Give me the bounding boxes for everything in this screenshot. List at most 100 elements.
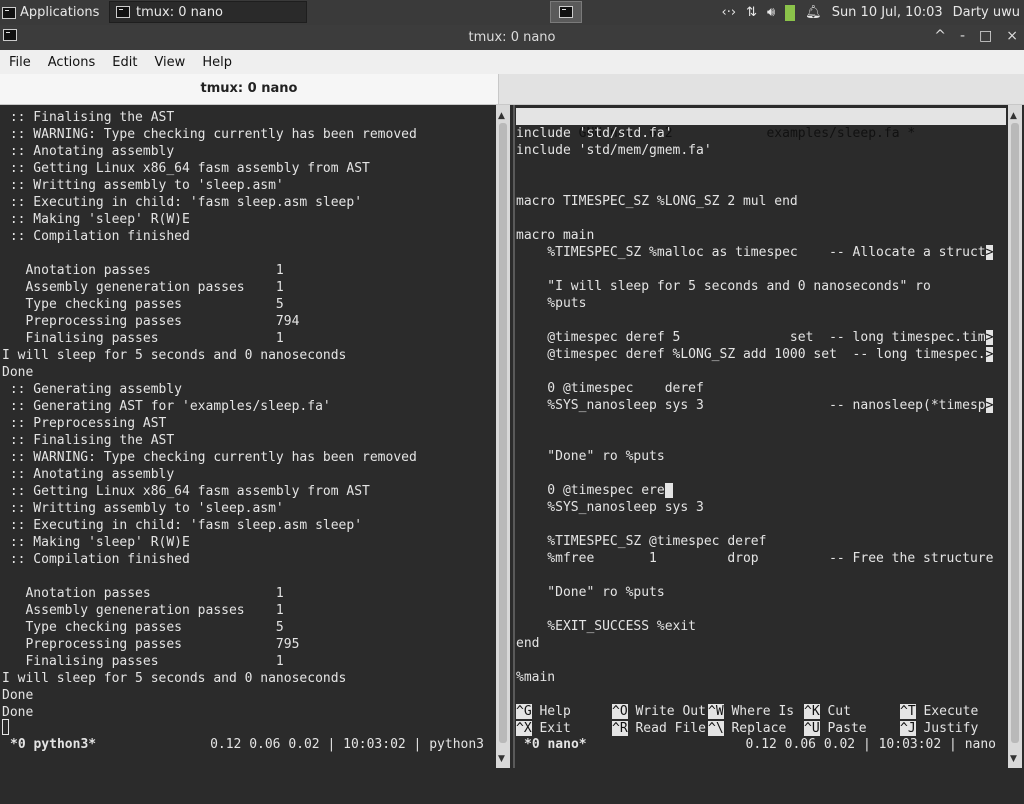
nano-line-text: %puts	[516, 296, 587, 311]
output-line: :: Making 'sleep' R(W)E	[2, 535, 190, 550]
output-line: :: Writting assembly to 'sleep.asm'	[2, 501, 284, 516]
output-line: Anotation passes 1	[2, 263, 284, 278]
nano-shortcut[interactable]: ^W Where Is	[708, 703, 804, 720]
window-titlebar[interactable]: tmux: 0 nano ^ - □ ×	[0, 25, 1024, 50]
nano-line	[516, 567, 1006, 584]
left-pane-output[interactable]: :: Finalising the AST :: WARNING: Type c…	[2, 109, 494, 736]
output-line: Done	[2, 688, 34, 703]
nano-shortcut[interactable]: ^R Read File	[612, 720, 708, 737]
bell-icon[interactable]: 🔔︎	[805, 5, 822, 20]
output-line: :: Making 'sleep' R(W)E	[2, 212, 190, 227]
nano-line: %SYS_nanosleep sys 3	[516, 499, 1006, 516]
shortcut-label: Help	[539, 704, 571, 719]
shortcut-key: ^W	[708, 704, 724, 719]
nano-shortcut[interactable]: ^U Paste	[804, 720, 900, 737]
nano-shortcut[interactable]: ^G Help	[516, 703, 612, 720]
menu-edit[interactable]: Edit	[103, 55, 145, 70]
shortcut-label: Replace	[731, 721, 787, 736]
left-scrollbar[interactable]: ▲ ▼	[496, 105, 510, 768]
nano-shortcut[interactable]: ^X Exit	[516, 720, 612, 737]
minimize-button[interactable]: -	[960, 28, 965, 44]
taskbar-window-button[interactable]: tmux: 0 nano	[109, 1, 307, 23]
output-line: :: Compilation finished	[2, 229, 190, 244]
nano-line: 0 @timespec deref	[516, 380, 1006, 397]
nano-line: include 'std/mem/gmem.fa'	[516, 142, 1006, 159]
nano-line-text: @timespec deref 5 set -- long timespec.t…	[516, 330, 986, 345]
tab-tmux[interactable]: tmux: 0 nano	[0, 74, 499, 104]
nano-line: %SYS_nanosleep sys 3 -- nanosleep(*times…	[516, 397, 1006, 414]
output-line: Done	[2, 705, 34, 720]
shortcut-key: ^X	[516, 721, 532, 736]
shortcut-label: Exit	[539, 721, 571, 736]
nano-buffer[interactable]: include 'std/std.fa' include 'std/mem/gme…	[516, 125, 1006, 686]
nano-shortcut[interactable]: ^J Justify	[900, 720, 996, 737]
output-line: :: Generating assembly	[2, 382, 183, 397]
tmux-window-name: *0 python3*	[10, 737, 97, 752]
nano-line	[516, 261, 1006, 278]
shortcut-label: Read File	[635, 721, 706, 736]
code-icon[interactable]: ‹·›	[722, 5, 737, 20]
shortcut-key: ^T	[900, 704, 916, 719]
workspace-button[interactable]	[550, 1, 582, 23]
scrollbar-thumb[interactable]	[499, 123, 507, 743]
shortcut-key: ^O	[612, 704, 628, 719]
truncation-marker: >	[985, 398, 994, 413]
nano-shortcut-row: ^G Help ^O Write Out ^W Where Is ^K Cut ^T E…	[516, 703, 1006, 720]
nano-line-text: macro TIMESPEC_SZ %LONG_SZ 2 mul end	[516, 194, 798, 209]
battery-icon[interactable]	[785, 4, 796, 21]
output-line: :: WARNING: Type checking currently has …	[2, 127, 417, 142]
user-name[interactable]: Darty uwu	[953, 5, 1020, 20]
nano-editor[interactable]: GNU nano 6.2 examples/sleep.fa * include…	[516, 108, 1006, 758]
right-scrollbar[interactable]: ▲ ▼	[1008, 105, 1022, 768]
scrollbar-thumb[interactable]	[1011, 123, 1019, 743]
scroll-up-icon[interactable]: ▲	[1010, 111, 1017, 121]
output-line: Type checking passes 5	[2, 297, 284, 312]
nano-line: @timespec deref %LONG_SZ add 1000 set --…	[516, 346, 1006, 363]
scroll-down-icon[interactable]: ▼	[498, 754, 505, 764]
pane-divider[interactable]	[513, 105, 515, 768]
clock[interactable]: Sun 10 Jul, 10:03	[832, 5, 943, 20]
network-icon[interactable]: ⇅	[746, 5, 757, 20]
scroll-up-icon[interactable]: ▲	[498, 111, 505, 121]
nano-shortcut[interactable]: ^O Write Out	[612, 703, 708, 720]
nano-line	[516, 516, 1006, 533]
menu-actions[interactable]: Actions	[39, 55, 104, 70]
volume-icon[interactable]: 🔊︎	[767, 5, 775, 20]
output-line: :: Preprocessing AST	[2, 416, 167, 431]
truncation-marker: >	[985, 245, 994, 260]
output-line: :: Generating AST for 'examples/sleep.fa…	[2, 399, 331, 414]
output-line: Finalising passes 1	[2, 654, 284, 669]
output-line: Assembly geneneration passes 1	[2, 603, 284, 618]
nano-line-text: %SYS_nanosleep sys 3	[516, 500, 704, 515]
output-line: Preprocessing passes 795	[2, 637, 300, 652]
output-line: :: Executing in child: 'fasm sleep.asm s…	[2, 195, 363, 210]
output-line: I will sleep for 5 seconds and 0 nanosec…	[2, 348, 347, 363]
nano-line: @timespec deref 5 set -- long timespec.t…	[516, 329, 1006, 346]
nano-line	[516, 431, 1006, 448]
output-line: Anotation passes 1	[2, 586, 284, 601]
close-button[interactable]: ×	[1006, 28, 1018, 44]
applications-icon	[2, 6, 16, 19]
nano-line-text: "Done" ro %puts	[516, 449, 665, 464]
menubar: File Actions Edit View Help	[0, 50, 1024, 74]
scroll-down-icon[interactable]: ▼	[1010, 754, 1017, 764]
shortcut-key: ^K	[804, 704, 820, 719]
nano-line	[516, 210, 1006, 227]
terminal-area[interactable]: :: Finalising the AST :: WARNING: Type c…	[0, 105, 1024, 768]
maximize-button[interactable]: □	[979, 28, 992, 44]
nano-line: %TIMESPEC_SZ %malloc as timespec -- Allo…	[516, 244, 1006, 261]
shortcut-label: Where Is	[731, 704, 795, 719]
menu-file[interactable]: File	[0, 55, 39, 70]
menu-view[interactable]: View	[145, 55, 193, 70]
menu-help[interactable]: Help	[193, 55, 240, 70]
tmux-window-name: *0 nano*	[524, 737, 587, 752]
nano-line	[516, 414, 1006, 431]
keep-above-button[interactable]: ^	[934, 28, 946, 44]
tmux-status-info: 0.12 0.06 0.02 | 10:03:02 | python3	[210, 737, 484, 752]
shortcut-label: Paste	[827, 721, 867, 736]
applications-menu[interactable]: Applications	[0, 0, 99, 25]
terminal-icon	[559, 6, 573, 18]
nano-shortcut[interactable]: ^T Execute	[900, 703, 996, 720]
nano-shortcut[interactable]: ^K Cut	[804, 703, 900, 720]
nano-shortcut[interactable]: ^\ Replace	[708, 720, 804, 737]
